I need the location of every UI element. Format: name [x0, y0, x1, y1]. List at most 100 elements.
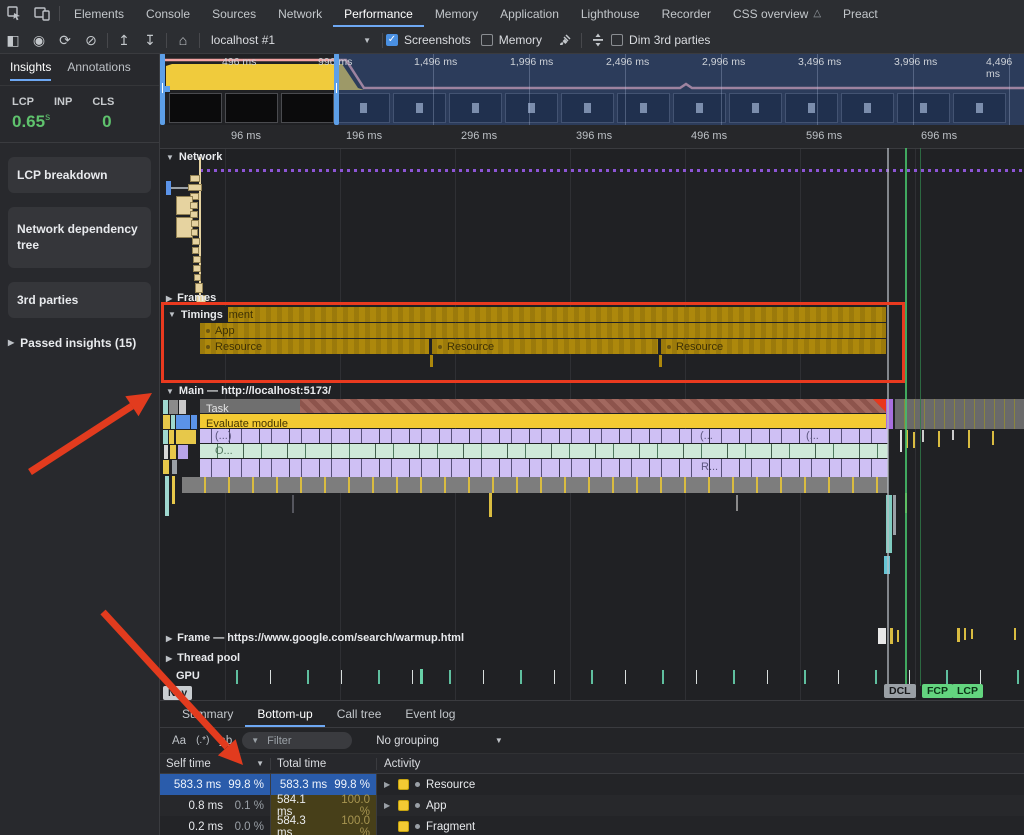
recording-select[interactable]: localhost #1 ▼	[203, 33, 379, 47]
long-task-bar[interactable]	[300, 399, 886, 413]
filter-input[interactable]	[265, 734, 333, 748]
track-label: Thread pool	[177, 652, 240, 664]
fcp-marker-line	[905, 148, 907, 686]
clear-icon[interactable]: ⊘	[78, 28, 104, 52]
tab-performance[interactable]: Performance	[333, 0, 424, 27]
lcp-badge[interactable]: LCP	[952, 684, 983, 698]
cls-value[interactable]: 0	[102, 112, 111, 132]
record-icon[interactable]: ◉	[26, 28, 52, 52]
match-case-button[interactable]: Aa	[172, 735, 186, 747]
divider	[382, 33, 383, 48]
reload-and-record-icon[interactable]: ⟳	[52, 28, 78, 52]
task-bar-start[interactable]: Task	[200, 399, 300, 413]
tab-css-overview[interactable]: CSS overview△	[722, 0, 832, 27]
nav-badge[interactable]: Nav	[163, 686, 192, 700]
screenshot-thumbnail[interactable]	[169, 93, 222, 123]
gpu-track-header[interactable]: GPU	[176, 670, 200, 682]
regex-button[interactable]: (.*)	[196, 735, 209, 746]
thread-pool-track-header[interactable]: ▶ Thread pool	[166, 652, 240, 664]
column-total-time[interactable]: Total time	[271, 758, 377, 770]
insight-card-network-dependency-tree[interactable]: Network dependency tree	[8, 207, 151, 267]
filter-input-wrapper: ▼	[242, 732, 352, 749]
dcl-badge[interactable]: DCL	[884, 684, 916, 698]
network-track-header[interactable]: ▼ Network	[166, 151, 222, 163]
track-label: Network	[179, 151, 222, 163]
expand-icon[interactable]: ▶	[384, 780, 392, 789]
whole-word-button[interactable]: ab	[219, 735, 232, 747]
table-row[interactable]: 583.3 ms99.8 % 583.3 ms99.8 % ▶ Resource	[160, 774, 1024, 795]
fcp-badge[interactable]: FCP	[922, 684, 953, 698]
anonymous-call-row[interactable]	[200, 459, 888, 477]
tab-recorder[interactable]: Recorder	[651, 0, 722, 27]
tab-event-log[interactable]: Event log	[393, 701, 467, 727]
tab-bottom-up[interactable]: Bottom-up	[245, 701, 324, 727]
ruler-tick-label: 396 ms	[576, 130, 612, 142]
collect-garbage-icon[interactable]	[585, 28, 611, 52]
insight-card-3rd-parties[interactable]: 3rd parties	[8, 282, 151, 318]
dim-3rd-parties-checkbox[interactable]	[611, 34, 623, 46]
microtask-row[interactable]	[182, 477, 888, 493]
toggle-sidebar-icon[interactable]: ◧	[0, 28, 26, 52]
tab-sources[interactable]: Sources	[201, 0, 267, 27]
tab-network[interactable]: Network	[267, 0, 333, 27]
memory-checkbox[interactable]	[481, 34, 493, 46]
tab-elements[interactable]: Elements	[63, 0, 135, 27]
cleanup-brush-icon[interactable]	[552, 28, 578, 52]
tab-annotations[interactable]: Annotations	[67, 60, 130, 79]
annotation-highlight-box	[161, 302, 905, 383]
tab-preact[interactable]: Preact	[832, 0, 889, 27]
overview-time-label: 2,496 ms	[606, 56, 649, 68]
download-profile-icon[interactable]: ↧	[137, 28, 163, 52]
frame-track-header[interactable]: ▶ Frame — https://www.google.com/search/…	[166, 632, 464, 644]
main-track-header[interactable]: ▼ Main — http://localhost:5173/	[166, 385, 331, 397]
ruler-tick-label: 596 ms	[806, 130, 842, 142]
inspect-element-icon[interactable]	[0, 0, 28, 27]
column-self-time[interactable]: Self time ▼	[160, 758, 271, 770]
overview-time-label: 496 ms	[222, 56, 256, 68]
sidebar-tabs: Insights Annotations	[0, 53, 159, 86]
grouping-select[interactable]: No grouping ▼	[376, 735, 503, 747]
metric-values: 0.65 s 0	[0, 110, 159, 143]
long-task-warning-triangle	[873, 399, 886, 412]
tab-call-tree[interactable]: Call tree	[325, 701, 394, 727]
devtools-tabbar: Elements Console Sources Network Perform…	[0, 0, 1024, 28]
upload-profile-icon[interactable]: ↥	[111, 28, 137, 52]
screenshots-checkbox[interactable]: ✓	[386, 34, 398, 46]
evaluate-module-bar[interactable]: Evaluate module	[200, 414, 888, 428]
cls-label: CLS	[92, 96, 114, 108]
tab-insights[interactable]: Insights	[10, 60, 51, 79]
column-activity[interactable]: Activity	[377, 758, 1024, 770]
timing-dot	[415, 782, 420, 787]
tab-application[interactable]: Application	[489, 0, 570, 27]
collapse-icon: ▼	[166, 153, 174, 162]
selection-handle-right[interactable]	[334, 53, 339, 125]
funnel-icon: ▼	[251, 736, 259, 745]
dcl-marker-line	[887, 148, 889, 686]
object-call-row[interactable]	[200, 444, 888, 458]
activity-name: Fragment	[426, 821, 475, 833]
chevron-down-icon: ▼	[495, 736, 503, 745]
performance-toolbar: ◧ ◉ ⟳ ⊘ ↥ ↧ ⌂ localhost #1 ▼ ✓ Screensho…	[0, 27, 1024, 54]
screenshot-thumbnail[interactable]	[225, 93, 278, 123]
passed-insights-toggle[interactable]: ▶ Passed insights (15)	[8, 336, 151, 350]
bottom-panel: Summary Bottom-up Call tree Event log Aa…	[160, 700, 1024, 835]
lcp-unit: s	[45, 112, 50, 132]
tab-memory[interactable]: Memory	[424, 0, 489, 27]
anonymous-call-row[interactable]	[200, 429, 888, 443]
home-icon[interactable]: ⌂	[170, 28, 196, 52]
screenshot-thumbnail[interactable]	[281, 93, 334, 123]
device-toolbar-icon[interactable]	[28, 0, 56, 27]
call-label: O...	[215, 445, 233, 457]
expand-icon[interactable]: ▶	[384, 801, 392, 810]
tab-console[interactable]: Console	[135, 0, 201, 27]
table-row[interactable]: 0.8 ms0.1 % 584.1 ms100.0 % ▶ App	[160, 795, 1024, 816]
table-row[interactable]: 0.2 ms0.0 % 584.3 ms100.0 % Fragment	[160, 816, 1024, 835]
call-label: (...)	[215, 430, 232, 442]
selection-handle-left[interactable]	[160, 53, 165, 125]
activity-name: App	[426, 800, 446, 812]
tab-lighthouse[interactable]: Lighthouse	[570, 0, 651, 27]
lcp-value[interactable]: 0.65	[12, 112, 45, 132]
tab-summary[interactable]: Summary	[170, 701, 245, 727]
insight-card-lcp-breakdown[interactable]: LCP breakdown	[8, 157, 151, 193]
filter-row: Aa (.*) ab ▼ No grouping ▼	[160, 728, 1024, 754]
